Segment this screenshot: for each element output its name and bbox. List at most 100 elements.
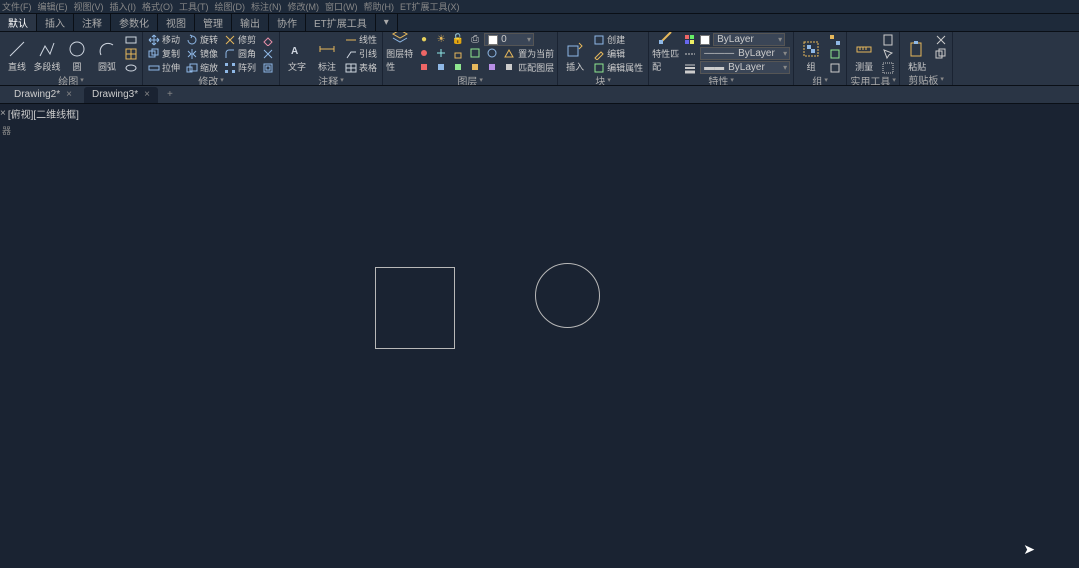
stretch-button[interactable]: 拉伸 <box>146 61 182 74</box>
linetype-icon[interactable] <box>682 47 698 60</box>
polyline-button[interactable]: 多段线 <box>33 33 61 73</box>
ungroup-icon[interactable] <box>827 33 843 46</box>
linear-dim-button[interactable]: 线性 <box>343 33 379 46</box>
offset-icon[interactable] <box>260 61 276 74</box>
measure-button[interactable]: 测量 <box>850 33 878 73</box>
fillet-button[interactable]: 圆角 <box>222 47 258 60</box>
menu-et[interactable]: ET扩展工具(X) <box>400 0 460 13</box>
group-edit-icon[interactable] <box>827 47 843 60</box>
menu-insert[interactable]: 插入(I) <box>110 0 137 13</box>
viewport-title[interactable]: [俯视][二维线框] <box>8 106 79 121</box>
drawn-rectangle[interactable] <box>375 267 455 349</box>
matchprop-button[interactable]: 特性匹配 <box>652 33 680 73</box>
ribbon-tab-view[interactable]: 视图 <box>158 14 195 31</box>
array-button[interactable]: 阵列 <box>222 61 258 74</box>
copy-clip-icon[interactable] <box>933 47 949 60</box>
ribbon-tab-output[interactable]: 输出 <box>232 14 269 31</box>
paste-button[interactable]: 粘贴 <box>903 33 931 73</box>
ribbon-tab-manage[interactable]: 管理 <box>195 14 232 31</box>
chevron-down-icon[interactable]: ▾ <box>607 76 611 84</box>
layer-diff-icon[interactable] <box>484 47 500 60</box>
doctab-drawing3[interactable]: Drawing3*× <box>84 87 158 103</box>
dim-button[interactable]: 标注 <box>313 33 341 73</box>
viewport-close-icon[interactable]: × <box>0 108 6 119</box>
freeze-icon[interactable] <box>433 47 449 60</box>
layer-off-icon[interactable] <box>416 47 432 60</box>
text-button[interactable]: A文字 <box>283 33 311 73</box>
doctab-drawing2[interactable]: Drawing2*× <box>6 87 80 103</box>
move-button[interactable]: 移动 <box>146 33 182 46</box>
line-button[interactable]: 直线 <box>3 33 31 73</box>
circle-button[interactable]: 圆 <box>63 33 91 73</box>
ellipse-icon[interactable] <box>123 61 139 74</box>
rect-icon[interactable] <box>123 33 139 46</box>
ribbon-tab-default[interactable]: 默认 <box>0 14 37 31</box>
cut-icon[interactable] <box>933 33 949 46</box>
menu-modify[interactable]: 修改(M) <box>288 0 320 13</box>
ribbon-tab-insert[interactable]: 插入 <box>37 14 74 31</box>
layer-match-icon[interactable] <box>467 47 483 60</box>
lightbulb-icon[interactable]: ● <box>416 33 432 46</box>
leader-button[interactable]: 引线 <box>343 47 379 60</box>
ribbon-tab-collab[interactable]: 协作 <box>269 14 306 31</box>
chevron-down-icon[interactable]: ▾ <box>824 76 828 84</box>
lineweight-icon[interactable] <box>682 61 698 74</box>
viewport-nav[interactable]: 器 <box>2 124 11 137</box>
edit-block-button[interactable]: 编辑 <box>591 47 645 60</box>
insert-block-button[interactable]: 插入 <box>561 33 589 73</box>
menu-format[interactable]: 格式(O) <box>142 0 173 13</box>
linetype-select[interactable]: ———ByLayer <box>700 47 790 60</box>
uniso-icon[interactable] <box>433 61 449 74</box>
explode-icon[interactable] <box>260 47 276 60</box>
menu-edit[interactable]: 编辑(E) <box>38 0 68 13</box>
layer-combo[interactable]: 0 <box>484 33 534 46</box>
ribbon-tab-more[interactable]: ▾ <box>376 14 398 31</box>
select-icon[interactable] <box>880 47 896 60</box>
lock-icon[interactable] <box>450 47 466 60</box>
group-sel-icon[interactable] <box>827 61 843 74</box>
lineweight-select[interactable]: ▬▬ByLayer <box>700 61 790 74</box>
rotate-button[interactable]: 旋转 <box>184 33 220 46</box>
close-icon[interactable]: × <box>66 89 72 100</box>
layer-state-icon[interactable] <box>484 61 500 74</box>
chevron-down-icon[interactable]: ▾ <box>892 76 896 84</box>
erase-icon[interactable] <box>260 33 276 46</box>
table-button[interactable]: 表格 <box>343 61 379 74</box>
create-block-button[interactable]: 创建 <box>591 33 645 46</box>
trim-button[interactable]: 修剪 <box>222 33 258 46</box>
ribbon-tab-et[interactable]: ET扩展工具 <box>306 14 376 31</box>
bycolor-icon[interactable] <box>682 33 698 46</box>
print-icon[interactable]: ⎙ <box>467 33 483 46</box>
group-button[interactable]: 组 <box>797 33 825 73</box>
match-layer-label[interactable]: 匹配图层 <box>518 61 554 74</box>
ribbon-tab-param[interactable]: 参数化 <box>111 14 158 31</box>
menu-help[interactable]: 帮助(H) <box>364 0 395 13</box>
copy-button[interactable]: 复制 <box>146 47 182 60</box>
chevron-down-icon[interactable]: ▾ <box>340 76 344 84</box>
layer-curr-icon[interactable] <box>501 47 517 60</box>
calc-icon[interactable] <box>880 33 896 46</box>
menu-file[interactable]: 文件(F) <box>2 0 32 13</box>
chevron-down-icon[interactable]: ▾ <box>220 76 224 84</box>
layer-prop-button[interactable]: 图层特性 <box>386 33 414 73</box>
chevron-down-icon[interactable]: ▾ <box>940 75 944 83</box>
arc-button[interactable]: 圆弧 <box>93 33 121 73</box>
new-tab-button[interactable]: + <box>162 87 178 103</box>
menu-view[interactable]: 视图(V) <box>74 0 104 13</box>
layer-copy-icon[interactable] <box>501 61 517 74</box>
unlock-icon[interactable]: 🔓 <box>450 33 466 46</box>
chevron-down-icon[interactable]: ▾ <box>730 76 734 84</box>
mirror-button[interactable]: 镜像 <box>184 47 220 60</box>
iso-icon[interactable] <box>416 61 432 74</box>
chevron-down-icon[interactable]: ▾ <box>479 76 483 84</box>
hatch-icon[interactable] <box>123 47 139 60</box>
sun-icon[interactable]: ☀ <box>433 33 449 46</box>
set-current-label[interactable]: 置为当前 <box>518 47 554 60</box>
menu-tools[interactable]: 工具(T) <box>179 0 209 13</box>
menu-draw[interactable]: 绘图(D) <box>215 0 246 13</box>
drawn-circle[interactable] <box>535 263 600 328</box>
chevron-down-icon[interactable]: ▾ <box>80 76 84 84</box>
viewport[interactable]: × [俯视][二维线框] 器 ➤ <box>0 104 1079 568</box>
menu-window[interactable]: 窗口(W) <box>325 0 358 13</box>
color-select[interactable]: ByLayer <box>713 33 785 46</box>
